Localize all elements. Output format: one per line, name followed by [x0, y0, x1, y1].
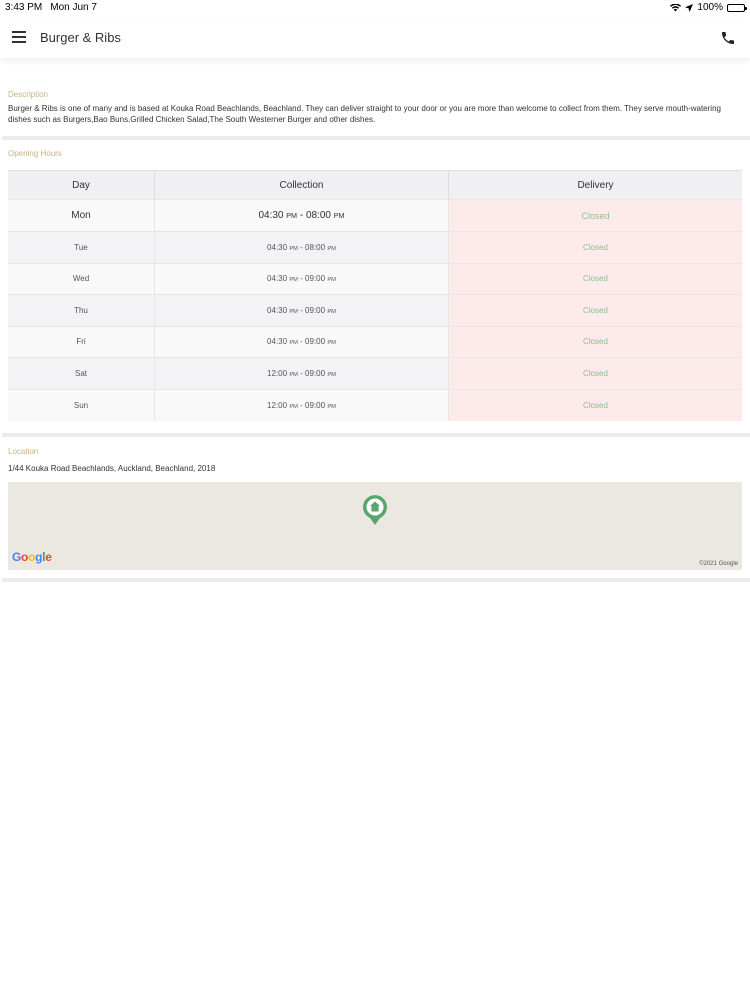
section-divider — [2, 578, 750, 582]
description-text: Burger & Ribs is one of many and is base… — [8, 104, 721, 124]
phone-icon[interactable] — [720, 30, 736, 46]
time-separator: - — [297, 274, 306, 284]
collection-close-time: 08:00 — [305, 210, 331, 221]
time-separator: - — [297, 400, 306, 410]
collection-hours-cell: 04:30 PM - 08:00 PM — [154, 199, 449, 232]
status-bar: 3:43 PM Mon Jun 7 100% — [0, 0, 750, 16]
section-divider — [2, 136, 750, 140]
time-separator: - — [297, 368, 306, 378]
delivery-status-cell: Closed — [448, 231, 742, 263]
collection-open-time: 12:00 — [267, 400, 288, 410]
day-cell: Wed — [8, 262, 155, 295]
location-label: Location — [8, 447, 39, 456]
google-logo: Google — [12, 550, 52, 564]
delivery-status-cell: Closed — [448, 388, 742, 421]
delivery-status-cell: Closed — [448, 325, 742, 358]
table-row: Sat 12:00 PM - 09:00 PM Closed — [8, 357, 742, 389]
app-header: Burger & Ribs — [0, 18, 750, 58]
section-divider — [2, 433, 750, 437]
status-date: Mon Jun 7 — [50, 2, 97, 13]
collection-close-time: 09:00 — [305, 274, 326, 284]
collection-close-ampm: PM — [327, 371, 336, 378]
collection-open-ampm: PM — [289, 403, 298, 410]
collection-close-time: 08:00 — [305, 242, 326, 252]
collection-close-ampm: PM — [327, 277, 336, 284]
table-row: Wed 04:30 PM - 09:00 PM Closed — [8, 262, 742, 295]
location-map[interactable]: Google ©2021 Google — [8, 482, 742, 570]
collection-open-ampm: PM — [289, 277, 298, 284]
description-label: Description — [8, 90, 49, 99]
page-title: Burger & Ribs — [40, 30, 121, 45]
collection-open-ampm: PM — [289, 245, 298, 252]
time-separator: - — [297, 305, 306, 315]
collection-open-time: 04:30 — [267, 274, 288, 284]
table-row: Sun 12:00 PM - 09:00 PM Closed — [8, 388, 742, 421]
day-cell: Mon — [8, 199, 155, 232]
day-cell: Thu — [8, 294, 155, 326]
collection-close-ampm: PM — [327, 308, 336, 315]
collection-hours-cell: 12:00 PM - 09:00 PM — [154, 388, 449, 421]
home-map-pin-icon[interactable] — [362, 494, 388, 526]
column-header-day: Day — [8, 170, 155, 200]
delivery-status-cell: Closed — [448, 199, 742, 232]
time-separator: - — [297, 210, 306, 221]
collection-close-ampm: PM — [327, 403, 336, 410]
day-cell: Sun — [8, 388, 155, 421]
time-separator: - — [297, 337, 306, 347]
collection-open-time: 04:30 — [267, 337, 288, 347]
collection-close-time: 09:00 — [305, 337, 326, 347]
opening-hours-table: Day Collection Delivery Mon 04:30 PM - 08… — [8, 170, 742, 421]
collection-hours-cell: 04:30 PM - 09:00 PM — [154, 325, 449, 358]
day-cell: Sat — [8, 357, 155, 389]
collection-open-time: 04:30 — [267, 305, 288, 315]
column-header-delivery: Delivery — [448, 170, 742, 200]
collection-hours-cell: 12:00 PM - 09:00 PM — [154, 357, 449, 389]
collection-open-time: 12:00 — [267, 368, 288, 378]
collection-close-ampm: PM — [327, 245, 336, 252]
collection-open-ampm: PM — [289, 340, 298, 347]
collection-open-ampm: PM — [289, 371, 298, 378]
table-row: Tue 04:30 PM - 08:00 PM Closed — [8, 231, 742, 263]
collection-open-time: 04:30 — [258, 210, 284, 221]
collection-hours-cell: 04:30 PM - 09:00 PM — [154, 294, 449, 326]
column-header-collection: Collection — [154, 170, 449, 200]
collection-hours-cell: 04:30 PM - 09:00 PM — [154, 262, 449, 295]
hamburger-menu-icon[interactable] — [12, 30, 28, 44]
day-cell: Fri — [8, 325, 155, 358]
day-cell: Tue — [8, 231, 155, 263]
table-row: Thu 04:30 PM - 09:00 PM Closed — [8, 294, 742, 326]
location-address: 1/44 Kouka Road Beachlands, Auckland, Be… — [8, 464, 216, 473]
collection-close-ampm: PM — [327, 340, 336, 347]
table-row: Fri 04:30 PM - 09:00 PM Closed — [8, 325, 742, 358]
opening-hours-label: Opening Hours — [8, 149, 62, 158]
collection-close-time: 09:00 — [305, 305, 326, 315]
delivery-status-cell: Closed — [448, 357, 742, 389]
time-separator: - — [297, 242, 306, 252]
status-time: 3:43 PM — [5, 2, 43, 13]
battery-percent: 100% — [697, 2, 723, 13]
collection-open-ampm: PM — [289, 308, 298, 315]
location-arrow-icon — [685, 3, 694, 12]
collection-close-ampm: PM — [333, 211, 345, 220]
collection-close-time: 09:00 — [305, 368, 326, 378]
wifi-icon — [670, 3, 682, 11]
battery-icon — [727, 3, 747, 12]
collection-open-time: 04:30 — [267, 242, 288, 252]
delivery-status-cell: Closed — [448, 294, 742, 326]
table-header-row: Day Collection Delivery — [8, 170, 742, 200]
collection-close-time: 09:00 — [305, 400, 326, 410]
delivery-status-cell: Closed — [448, 262, 742, 295]
collection-hours-cell: 04:30 PM - 08:00 PM — [154, 231, 449, 263]
table-row: Mon 04:30 PM - 08:00 PM Closed — [8, 199, 742, 232]
collection-open-ampm: PM — [286, 211, 298, 220]
map-copyright: ©2021 Google — [699, 561, 738, 567]
